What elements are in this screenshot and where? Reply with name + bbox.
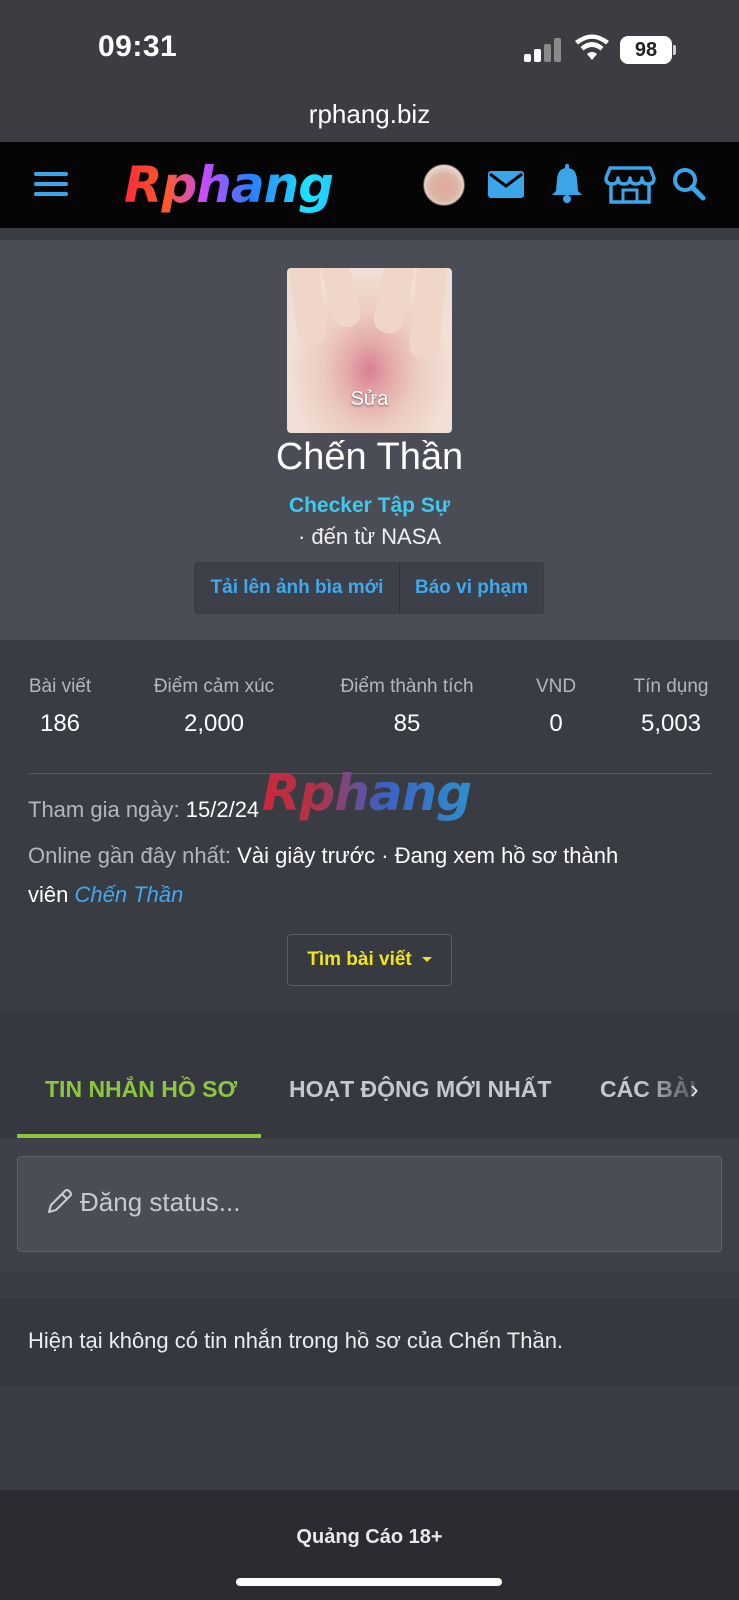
stat-label: Điểm thành tích [340, 676, 474, 697]
battery-icon: 98 [620, 36, 676, 64]
status-time: 09:31 [98, 30, 178, 63]
tab-profile-messages[interactable]: TIN NHẮN HỒ SƠ [45, 1076, 237, 1103]
pencil-icon [47, 1188, 73, 1214]
chevron-right-icon[interactable]: › [690, 1074, 699, 1105]
online-value-cont: viên [28, 882, 69, 907]
stat-posts[interactable]: Bài viết 186 [28, 676, 92, 738]
wifi-icon [575, 34, 609, 60]
stat-label: VND [535, 676, 577, 697]
user-avatar[interactable] [423, 164, 465, 206]
status-placeholder: Đăng status... [80, 1187, 241, 1217]
status-input[interactable]: Đăng status... [17, 1156, 722, 1252]
home-indicator[interactable] [236, 1578, 502, 1586]
profile-stats: Bài viết 186 Điểm cảm xúc 2,000 Điểm thà… [0, 640, 739, 1014]
find-posts-label: Tìm bài viết [307, 949, 412, 970]
ios-status-bar: 09:31 98 [0, 0, 739, 96]
menu-icon[interactable] [34, 170, 68, 198]
stat-value: 5,003 [640, 710, 702, 737]
joined-value: 15/2/24 [185, 797, 260, 822]
profile-header: Sửa Chến Thần Checker Tập Sự · đến từ NA… [0, 240, 739, 640]
avatar-edit-label[interactable]: Sửa [287, 388, 452, 411]
caret-down-icon [421, 957, 432, 963]
find-posts-dropdown[interactable]: Tìm bài viết [287, 934, 452, 986]
profile-action-buttons: Tải lên ảnh bìa mới Báo vi phạm [194, 562, 544, 614]
bell-icon[interactable] [545, 162, 589, 206]
tab-latest-activity[interactable]: HOẠT ĐỘNG MỚI NHẤT [289, 1076, 551, 1103]
empty-messages-notice: Hiện tại không có tin nhắn trong hồ sơ c… [0, 1298, 739, 1386]
last-online: Online gần đây nhất: Vài giây trước · Đa… [28, 836, 718, 914]
status-post-area: Đăng status... [0, 1138, 739, 1272]
stat-achievements[interactable]: Điểm thành tích 85 [334, 676, 480, 738]
report-button[interactable]: Báo vi phạm [400, 563, 543, 613]
site-logo[interactable]: Rphang [124, 152, 354, 218]
joined-date: Tham gia ngày: 15/2/24 [28, 790, 718, 829]
profile-tabs: TIN NHẮN HỒ SƠ HOẠT ĐỘNG MỚI NHẤT CÁC BÀ… [0, 1014, 739, 1138]
online-label: Online gần đây nhất: [28, 843, 232, 868]
empty-messages-text: Hiện tại không có tin nhắn trong hồ sơ c… [28, 1328, 564, 1353]
stat-value: 186 [39, 710, 81, 737]
cellular-signal-icon [524, 38, 564, 62]
search-icon[interactable] [667, 162, 711, 206]
profile-avatar[interactable]: Sửa [287, 268, 452, 433]
store-icon[interactable] [604, 162, 656, 206]
stat-vnd: VND 0 [532, 676, 580, 738]
online-value: Vài giây trước · Đang xem hồ sơ thành [237, 843, 619, 868]
stat-label: Tín dụng [633, 676, 709, 697]
browser-url[interactable]: rphang.biz [0, 96, 739, 142]
mail-icon[interactable] [484, 162, 528, 206]
stat-credit: Tín dụng 5,003 [630, 676, 712, 738]
online-profile-link[interactable]: Chến Thần [74, 882, 183, 907]
joined-label: Tham gia ngày: [28, 797, 180, 822]
user-title: Checker Tập Sự [288, 494, 451, 517]
stat-reactions[interactable]: Điểm cảm xúc 2,000 [146, 676, 282, 738]
ad-label[interactable]: Quảng Cáo 18+ [0, 1526, 739, 1549]
battery-level: 98 [620, 36, 672, 64]
stat-value: 2,000 [183, 710, 245, 737]
upload-cover-button[interactable]: Tải lên ảnh bìa mới [195, 563, 400, 613]
top-navigation: Rphang [0, 142, 739, 228]
user-location: · đến từ NASA [297, 524, 442, 549]
stat-value: 0 [549, 710, 563, 737]
stat-label: Bài viết [28, 676, 92, 697]
stat-value: 85 [393, 710, 421, 737]
profile-name: Chến Thần [275, 436, 464, 478]
stat-label: Điểm cảm xúc [153, 676, 275, 697]
